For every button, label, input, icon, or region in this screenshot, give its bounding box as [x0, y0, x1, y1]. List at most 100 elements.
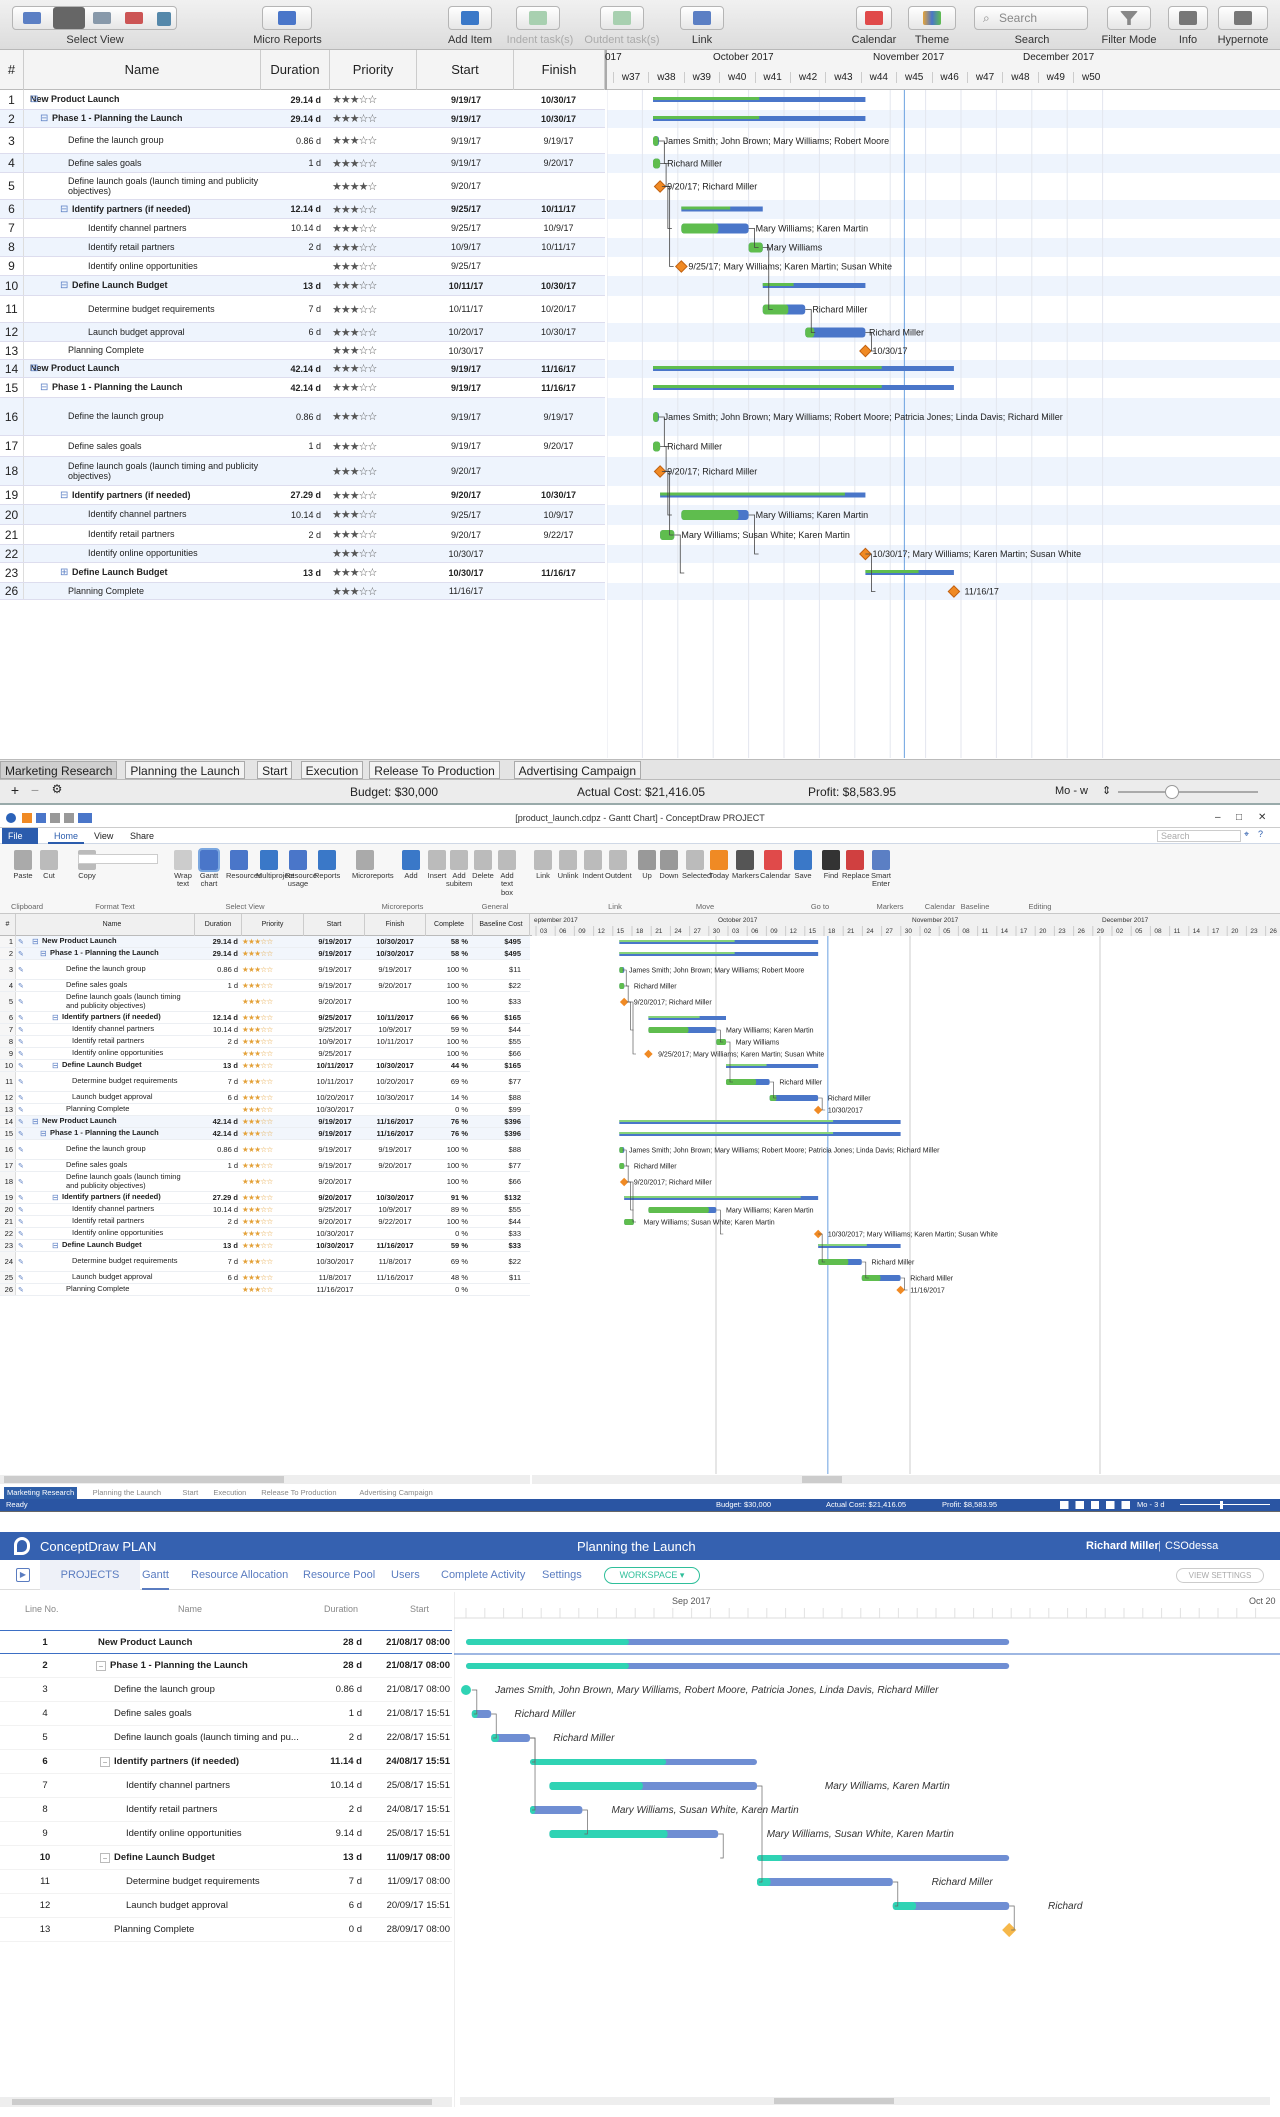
summary-bar[interactable] — [757, 1855, 1010, 1861]
task-row[interactable]: 21 Identify retail partners 2 d ★★★☆☆ 9/20/1… — [0, 525, 605, 545]
task-bar[interactable] — [769, 1095, 819, 1101]
task-row[interactable]: 9 Identify online opportunities ★★★☆☆ 9/25/… — [0, 257, 605, 276]
task-row[interactable]: 10 Define Launch Budget ⊟ 13 d ★★★☆☆ 10/11/17… — [0, 276, 605, 296]
ribbon-btn-find[interactable]: Find — [818, 850, 844, 880]
priority-stars[interactable]: ★★★☆☆ — [242, 1204, 302, 1215]
grid-scroll-thumb[interactable] — [4, 1476, 284, 1483]
col-num[interactable]: # — [0, 50, 24, 90]
priority-stars[interactable]: ★★★☆☆ — [242, 1048, 302, 1059]
search-field[interactable]: ⌕ Search — [974, 6, 1088, 30]
collapse-toggle[interactable]: ⊟ — [52, 1060, 60, 1071]
remove-sheet-button[interactable]: − — [26, 782, 44, 800]
task-row[interactable]: 22 ✎ Identify online opportunities ★★★☆☆ 10/… — [0, 1228, 530, 1240]
priority-stars[interactable]: ★★★☆☆ — [242, 1092, 302, 1103]
ribbon-btn-add-text-box[interactable]: Add text box — [494, 850, 520, 897]
wcol-line-no[interactable]: Line No. — [25, 1604, 59, 1614]
priority-stars[interactable]: ★★★★☆ — [332, 173, 416, 199]
task-row[interactable]: 2 ✎ Phase 1 - Planning the Launch ⊟ 29.14 d ★… — [0, 948, 530, 960]
add-item-button[interactable] — [448, 6, 492, 30]
priority-stars[interactable]: ★★★☆☆ — [332, 505, 416, 524]
user-name[interactable]: Richard Miller — [1086, 1540, 1159, 1552]
col-priority[interactable]: Priority — [330, 50, 417, 90]
collapse-toggle[interactable]: ⊟ — [40, 378, 50, 397]
collapse-toggle[interactable]: − — [100, 1853, 110, 1863]
win-search-input[interactable]: Search — [1157, 830, 1241, 842]
task-row[interactable]: 11 ✎ Determine budget requirements 7 d ★★★☆☆… — [0, 1072, 530, 1092]
win-zoom-slider[interactable] — [1180, 1504, 1270, 1505]
priority-stars[interactable]: ★★★☆☆ — [332, 238, 416, 256]
menu-share[interactable]: Share — [124, 828, 160, 844]
priority-stars[interactable]: ★★★☆☆ — [332, 154, 416, 172]
priority-stars[interactable]: ★★★☆☆ — [332, 276, 416, 295]
priority-stars[interactable]: ★★★☆☆ — [242, 980, 302, 991]
indent-button[interactable] — [516, 6, 560, 30]
collapse-toggle[interactable]: ⊟ — [52, 1240, 60, 1251]
task-row[interactable]: 23 Define Launch Budget ⊞ 13 d ★★★☆☆ 10/30/17… — [0, 563, 605, 583]
web-grid-scrollbar[interactable] — [0, 2097, 452, 2107]
task-row[interactable]: 1 New Product Launch ⊟ 29.14 d ★★★☆☆ 9/19/17 1… — [0, 90, 605, 110]
outdent-button[interactable] — [600, 6, 644, 30]
task-row[interactable]: 4 Define sales goals 1 d ★★★☆☆ 9/19/17 9/20/1… — [0, 154, 605, 173]
close-button[interactable]: ✕ — [1258, 808, 1266, 828]
task-row[interactable]: 11 Determine budget requirements 7 d 11/09/… — [0, 1870, 452, 1894]
sheet-tab[interactable]: Planning the Launch — [125, 761, 245, 779]
workspace-dropdown[interactable]: WORKSPACE ▾ — [604, 1567, 700, 1584]
task-row[interactable]: 19 ✎ Identify partners (if needed) ⊟ 27.29 d… — [0, 1192, 530, 1204]
ribbon-btn-link[interactable]: Link — [530, 850, 556, 880]
task-row[interactable]: 10 − Define Launch Budget 13 d 11/09/17 08:0… — [0, 1846, 452, 1870]
win-search-options-icon[interactable]: ⌖ — [1244, 829, 1249, 840]
collapse-toggle[interactable]: ⊟ — [52, 1192, 60, 1203]
priority-stars[interactable]: ★★★☆☆ — [242, 1228, 302, 1239]
zoom-stepper[interactable]: ⇕ — [1102, 784, 1111, 797]
ribbon-btn-cut[interactable]: Cut — [36, 850, 62, 880]
sheet-tab[interactable]: Start — [179, 1487, 201, 1499]
priority-stars[interactable]: ★★★☆☆ — [242, 960, 302, 979]
priority-stars[interactable]: ★★★☆☆ — [332, 296, 416, 322]
task-row[interactable]: 7 Identify channel partners 10.14 d 25/08/1… — [0, 1774, 452, 1798]
priority-stars[interactable]: ★★★☆☆ — [332, 90, 416, 109]
priority-stars[interactable]: ★★★☆☆ — [242, 1060, 302, 1071]
task-row[interactable]: 25 ✎ Launch budget approval 6 d ★★★☆☆ 11/8/20… — [0, 1272, 530, 1284]
priority-stars[interactable]: ★★★☆☆ — [332, 110, 416, 127]
ribbon-btn-add-subitem[interactable]: Add subitem — [446, 850, 472, 889]
ribbon-btn-selected[interactable]: Selected — [682, 850, 711, 880]
priority-stars[interactable]: ★★★☆☆ — [242, 1012, 302, 1023]
task-row[interactable]: 26 Planning Complete ★★★☆☆ 11/16/17 — [0, 583, 605, 600]
menu-view[interactable]: View — [88, 828, 119, 844]
minimize-button[interactable]: – — [1215, 808, 1221, 828]
milestone-diamond[interactable] — [813, 1105, 823, 1115]
task-row[interactable]: 6 Identify partners (if needed) ⊟ 12.14 d ★★… — [0, 200, 605, 219]
priority-stars[interactable]: ★★★☆☆ — [332, 545, 416, 562]
collapse-toggle[interactable]: ⊟ — [40, 1128, 48, 1139]
priority-stars[interactable]: ★★★☆☆ — [242, 1192, 302, 1203]
task-row[interactable]: 3 Define the launch group 0.86 d ★★★☆☆ 9/19/… — [0, 128, 605, 154]
task-row[interactable]: 2 Phase 1 - Planning the Launch ⊟ 29.14 d ★★… — [0, 110, 605, 128]
collapse-toggle[interactable]: − — [100, 1757, 110, 1767]
priority-stars[interactable]: ★★★☆☆ — [242, 1252, 302, 1271]
ribbon-btn-multiproject[interactable]: Multiproject — [256, 850, 294, 880]
task-row[interactable]: 17 ✎ Define sales goals 1 d ★★★☆☆ 9/19/2017 9/… — [0, 1160, 530, 1172]
collapse-toggle[interactable]: ⊟ — [40, 948, 48, 959]
task-row[interactable]: 16 Define the launch group 0.86 d ★★★☆☆ 9/19… — [0, 398, 605, 436]
theme-button[interactable] — [908, 6, 956, 30]
task-row[interactable]: 10 ✎ Define Launch Budget ⊟ 13 d ★★★☆☆ 10/11/2… — [0, 1060, 530, 1072]
priority-stars[interactable]: ★★★☆☆ — [242, 948, 302, 959]
col-start[interactable]: Start — [417, 50, 514, 90]
menu-file[interactable]: File — [2, 828, 38, 844]
task-row[interactable]: 20 Identify channel partners 10.14 d ★★★☆☆ 9… — [0, 505, 605, 525]
priority-stars[interactable]: ★★★☆☆ — [332, 360, 416, 377]
gear-icon[interactable]: ⚙ — [48, 782, 66, 800]
gantt-view-icon[interactable] — [23, 12, 41, 24]
sheet-tab[interactable]: Advertising Campaign — [356, 1487, 435, 1499]
task-row[interactable]: 3 ✎ Define the launch group 0.86 d ★★★☆☆ 9/19… — [0, 960, 530, 980]
sheet-tab[interactable]: Execution — [300, 761, 364, 779]
sheet-tab[interactable]: Planning the Launch — [90, 1487, 164, 1499]
task-row[interactable]: 13 Planning Complete ★★★☆☆ 10/30/17 — [0, 342, 605, 360]
task-row[interactable]: 12 ✎ Launch budget approval 6 d ★★★☆☆ 10/20/2… — [0, 1092, 530, 1104]
ribbon-btn-indent[interactable]: Indent — [580, 850, 606, 880]
priority-stars[interactable]: ★★★☆☆ — [242, 1272, 302, 1283]
task-row[interactable]: 16 ✎ Define the launch group 0.86 d ★★★☆☆ 9/1… — [0, 1140, 530, 1160]
priority-stars[interactable]: ★★★☆☆ — [332, 486, 416, 504]
milestone-diamond[interactable] — [644, 1049, 653, 1059]
task-row[interactable]: 5 Define launch goals (launch timing and … — [0, 1726, 452, 1750]
